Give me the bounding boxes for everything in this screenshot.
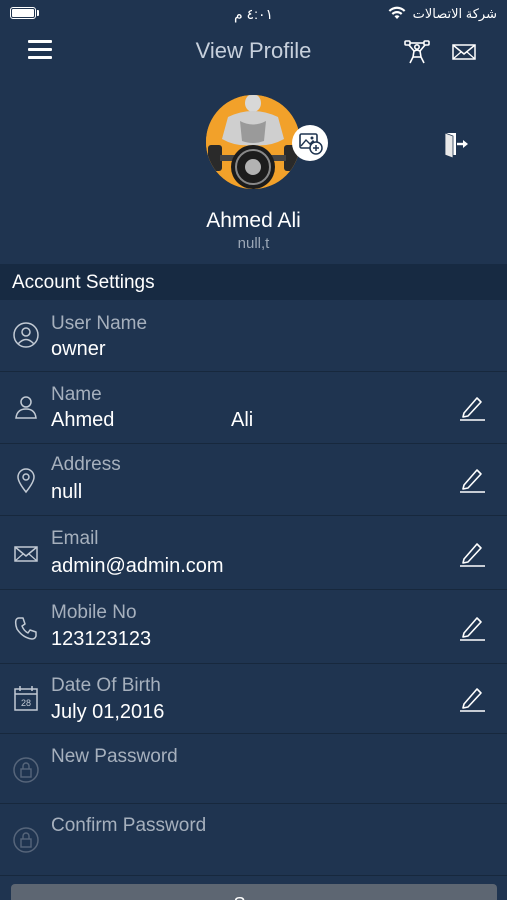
edit-name-icon[interactable] (457, 393, 487, 421)
edit-mobile-icon[interactable] (457, 613, 487, 641)
logout-icon[interactable] (442, 130, 470, 158)
email-label: Email (51, 528, 99, 549)
new-password-label: New Password (51, 746, 178, 767)
email-row: Email admin@admin.com (0, 516, 507, 590)
wifi-icon (388, 6, 406, 19)
first-name-value[interactable]: Ahmed (51, 409, 114, 432)
mobile-value[interactable]: 123123123 (51, 628, 151, 651)
location-pin-icon (17, 468, 35, 494)
mail-icon[interactable] (452, 42, 476, 62)
fitness-icon[interactable] (403, 38, 431, 66)
account-settings-header: Account Settings (0, 264, 507, 300)
edit-email-icon[interactable] (457, 539, 487, 567)
calendar-day: 28 (21, 698, 31, 708)
dob-row: 28 Date Of Birth July 01,2016 (0, 664, 507, 734)
mobile-row: Mobile No 123123123 (0, 590, 507, 664)
username-value: owner (51, 338, 106, 360)
phone-icon (14, 617, 37, 640)
carrier-name: شركة الاتصالات (412, 6, 497, 21)
save-button[interactable]: Save (11, 884, 497, 900)
email-value[interactable]: admin@admin.com (51, 555, 224, 578)
add-photo-icon (299, 133, 323, 155)
address-row: Address null (0, 444, 507, 516)
calendar-icon: 28 (14, 686, 38, 711)
user-circle-icon (13, 322, 39, 348)
lock-icon (13, 827, 39, 853)
last-name-value[interactable]: Ali (231, 409, 253, 432)
person-icon (15, 396, 37, 419)
username-row: User Name owner (0, 300, 507, 372)
edit-address-icon[interactable] (457, 465, 487, 493)
nav-bar: View Profile (0, 30, 507, 74)
profile-name: Ahmed Ali (206, 209, 301, 232)
name-row: Name Ahmed Ali (0, 372, 507, 444)
dob-value[interactable]: July 01,2016 (51, 701, 164, 724)
edit-dob-icon[interactable] (457, 684, 487, 712)
address-label: Address (51, 454, 121, 475)
confirm-password-label: Confirm Password (51, 815, 207, 836)
username-label: User Name (51, 313, 148, 334)
address-value[interactable]: null (51, 481, 82, 504)
new-password-row[interactable]: New Password (0, 734, 507, 804)
status-bar: ٤:٠١ م شركة الاتصالات (0, 0, 507, 30)
envelope-icon (14, 546, 38, 562)
section-title: Account Settings (12, 272, 155, 293)
dob-label: Date Of Birth (51, 675, 161, 696)
mobile-label: Mobile No (51, 602, 137, 623)
profile-subtitle: null,t (237, 235, 270, 252)
bodybuilder-avatar-icon (206, 95, 300, 189)
name-label: Name (51, 384, 102, 405)
avatar (206, 95, 300, 189)
add-photo-button[interactable] (292, 125, 328, 161)
confirm-password-row[interactable]: Confirm Password (0, 804, 507, 876)
profile-avatar[interactable] (206, 95, 300, 189)
lock-icon (13, 757, 39, 783)
